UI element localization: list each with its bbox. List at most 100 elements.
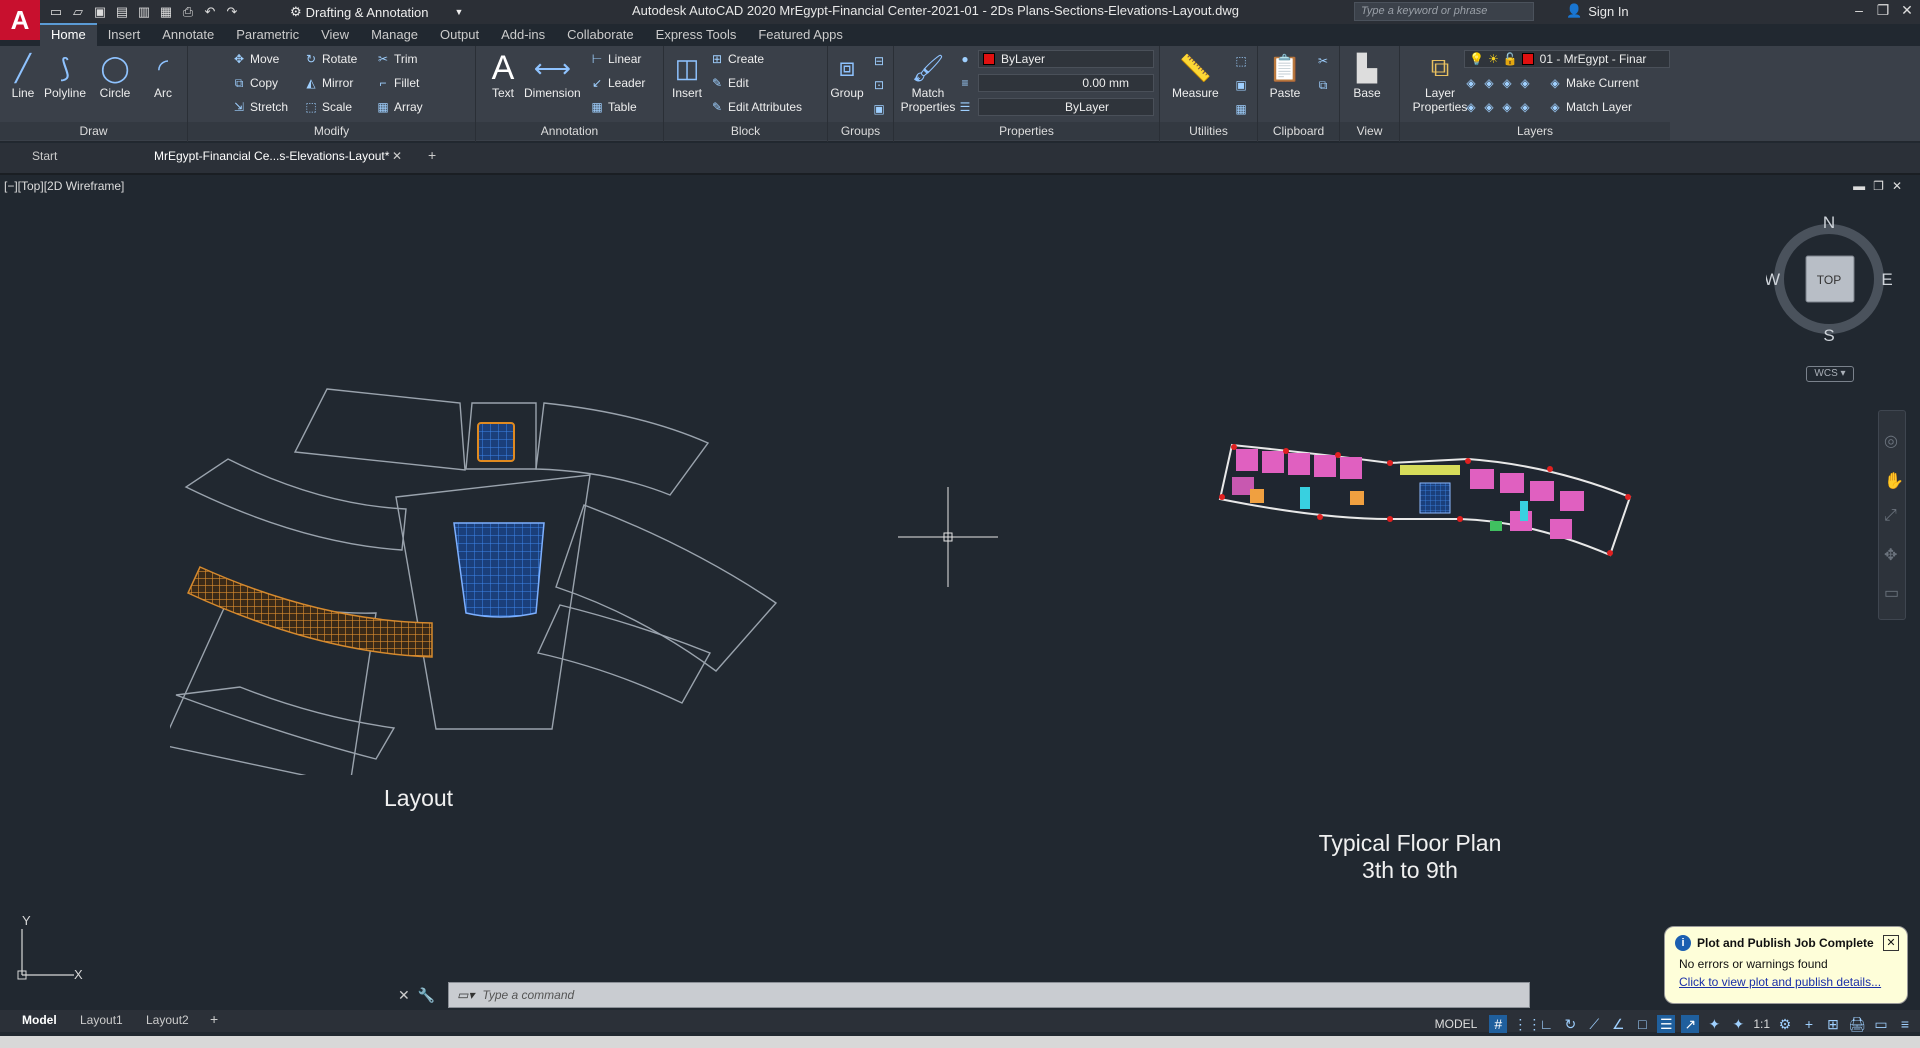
layer-freeze-icon[interactable]: ◈ xyxy=(1500,76,1514,90)
base-button[interactable]: ▙ Base xyxy=(1350,50,1384,101)
fillet-button[interactable]: ⌐ Fillet xyxy=(376,76,419,90)
quick-select-icon[interactable]: ⬚ xyxy=(1234,54,1248,68)
copy-button[interactable]: ⧉ Copy xyxy=(232,76,278,90)
block-panel-title[interactable]: Block xyxy=(664,122,827,140)
trim-button[interactable]: ✂ Trim xyxy=(376,52,418,66)
clipboard-panel-title[interactable]: Clipboard xyxy=(1258,122,1339,140)
annotation-visibility-icon[interactable]: ✦ xyxy=(1705,1015,1723,1033)
viewcube[interactable]: TOP N S E W xyxy=(1764,213,1896,345)
create-block-button[interactable]: ⊞ Create xyxy=(710,52,764,66)
grid-icon[interactable]: # xyxy=(1489,1015,1508,1033)
stretch-button[interactable]: ⇲ Stretch xyxy=(232,100,288,114)
line-button[interactable]: ╱ Line xyxy=(6,50,40,101)
rotate-button[interactable]: ↻ Rotate xyxy=(304,52,357,66)
lineweight-toggle-icon[interactable]: ☰ xyxy=(1657,1015,1676,1033)
layer-lock-icon[interactable]: ◈ xyxy=(1518,76,1532,90)
tab-annotate[interactable]: Annotate xyxy=(151,25,225,46)
linear-button[interactable]: ⊢ Linear xyxy=(590,52,642,66)
plot-icon[interactable]: ⎙ xyxy=(180,4,196,20)
undo-icon[interactable]: ↶ xyxy=(202,4,218,20)
wcs-menu[interactable]: WCS ▾ xyxy=(1806,366,1854,382)
customize-wrench-icon[interactable]: 🔧 xyxy=(418,987,435,1004)
group-select-icon[interactable]: ▣ xyxy=(872,102,886,116)
select-all-icon[interactable]: ▣ xyxy=(1234,78,1248,92)
array-button[interactable]: ▦ Array xyxy=(376,100,422,114)
color-select[interactable]: ByLayer xyxy=(978,50,1154,68)
annotation-panel-title[interactable]: Annotation xyxy=(476,122,663,140)
ungroup-icon[interactable]: ⊟ xyxy=(872,54,886,68)
cut-icon[interactable]: ✂ xyxy=(1316,54,1330,68)
tab-home[interactable]: Home xyxy=(40,23,97,46)
paste-button[interactable]: 📋 Paste xyxy=(1268,50,1302,101)
workspace-switcher[interactable]: ⚙ Drafting & Annotation ▼ xyxy=(290,2,463,22)
fullscreen-icon[interactable]: ▭ xyxy=(1872,1015,1890,1033)
copy-clip-icon[interactable]: ⧉ xyxy=(1316,78,1330,92)
drawing-viewport[interactable]: [−][Top][2D Wireframe] ▬ ❐ ✕ Layout Typi… xyxy=(0,175,1920,1020)
tab-parametric[interactable]: Parametric xyxy=(225,25,310,46)
help-search-input[interactable]: Type a keyword or phrase xyxy=(1354,2,1534,21)
save-to-web-icon[interactable]: ▦ xyxy=(158,4,174,20)
save-as-icon[interactable]: ▤ xyxy=(114,4,130,20)
orbit-icon[interactable]: ✥ xyxy=(1884,545,1897,565)
leader-button[interactable]: ↙ Leader xyxy=(590,76,645,90)
notification-details-link[interactable]: Click to view plot and publish details..… xyxy=(1679,975,1897,989)
group-button[interactable]: ⧈ Group xyxy=(830,50,864,100)
view-panel-title[interactable]: View xyxy=(1340,122,1399,140)
groups-panel-title[interactable]: Groups xyxy=(828,122,893,140)
make-current-button[interactable]: ◈ Make Current xyxy=(1548,76,1638,90)
minimize-button[interactable]: – xyxy=(1848,2,1870,22)
application-menu-button[interactable]: A xyxy=(0,0,40,40)
viewport-minimize-icon[interactable]: ▬ xyxy=(1853,179,1865,193)
layer-isolate-icon[interactable]: ◈ xyxy=(1482,76,1496,90)
viewport-restore-icon[interactable]: ❐ xyxy=(1873,179,1884,193)
annotation-monitor-icon[interactable]: + xyxy=(1800,1015,1818,1033)
steering-wheel-icon[interactable]: ◎ xyxy=(1884,431,1898,451)
save-icon[interactable]: ▣ xyxy=(92,4,108,20)
match-layer-button[interactable]: ◈ Match Layer xyxy=(1548,100,1632,114)
isodraft-icon[interactable]: ⟋ xyxy=(1585,1015,1603,1033)
tab-express-tools[interactable]: Express Tools xyxy=(645,25,748,46)
insert-button[interactable]: ◫ Insert xyxy=(670,50,704,101)
tab-active-drawing[interactable]: MrEgypt-Financial Ce...s-Elevations-Layo… xyxy=(154,149,389,163)
new-file-icon[interactable]: ▭ xyxy=(48,4,64,20)
modify-panel-title[interactable]: Modify xyxy=(188,122,475,140)
tab-collaborate[interactable]: Collaborate xyxy=(556,25,645,46)
auto-scale-icon[interactable]: ✦ xyxy=(1729,1015,1747,1033)
scale-button[interactable]: ⬚ Scale xyxy=(304,100,352,114)
move-button[interactable]: ✥ Move xyxy=(232,52,279,66)
mirror-button[interactable]: ◭ Mirror xyxy=(304,76,353,90)
ortho-icon[interactable]: ∟ xyxy=(1537,1015,1555,1033)
tab-add-ins[interactable]: Add-ins xyxy=(490,25,556,46)
table-button[interactable]: ▦ Table xyxy=(590,100,636,114)
circle-button[interactable]: ◯ Circle xyxy=(98,50,132,101)
layers-panel-title[interactable]: Layers xyxy=(1400,122,1670,140)
arc-button[interactable]: ◜ Arc xyxy=(146,50,180,101)
viewport-controls-label[interactable]: [−][Top][2D Wireframe] xyxy=(4,179,124,193)
command-input[interactable]: ▭▾ Type a command xyxy=(448,982,1530,1008)
snap-icon[interactable]: ⋮⋮ xyxy=(1513,1015,1541,1033)
group-edit-icon[interactable]: ⊡ xyxy=(872,78,886,92)
redo-icon[interactable]: ↷ xyxy=(224,4,240,20)
notification-close-button[interactable]: ✕ xyxy=(1883,935,1899,951)
compass-w[interactable]: W xyxy=(1764,270,1780,289)
workspace-gear-icon[interactable]: ⚙ xyxy=(1776,1015,1794,1033)
layer-select[interactable]: 💡 ☀ 🔓 01 - MrEgypt - Finar xyxy=(1464,50,1670,68)
close-button[interactable]: ✕ xyxy=(1896,2,1918,22)
new-layout-icon[interactable]: + xyxy=(210,1011,218,1027)
tab-model[interactable]: Model xyxy=(22,1013,57,1027)
edit-block-button[interactable]: ✎ Edit xyxy=(710,76,749,90)
calculator-icon[interactable]: ▦ xyxy=(1234,102,1248,116)
layer-on-icon[interactable]: ◈ xyxy=(1464,100,1478,114)
compass-n[interactable]: N xyxy=(1823,213,1835,232)
match-properties-button[interactable]: 🖌 Match Properties xyxy=(898,50,958,115)
new-tab-icon[interactable]: + xyxy=(428,147,436,163)
polyline-button[interactable]: ⟆ Polyline xyxy=(44,50,86,101)
zoom-extents-icon[interactable]: ⤢ xyxy=(1884,507,1897,525)
tab-manage[interactable]: Manage xyxy=(360,25,429,46)
annotation-scale[interactable]: 1:1 xyxy=(1753,1017,1770,1031)
units-icon[interactable]: ⊞ xyxy=(1824,1015,1842,1033)
model-space-toggle[interactable]: MODEL xyxy=(1435,1017,1478,1031)
tab-output[interactable]: Output xyxy=(429,25,490,46)
layer-unisolate-icon[interactable]: ◈ xyxy=(1482,100,1496,114)
tab-layout2[interactable]: Layout2 xyxy=(146,1013,189,1027)
